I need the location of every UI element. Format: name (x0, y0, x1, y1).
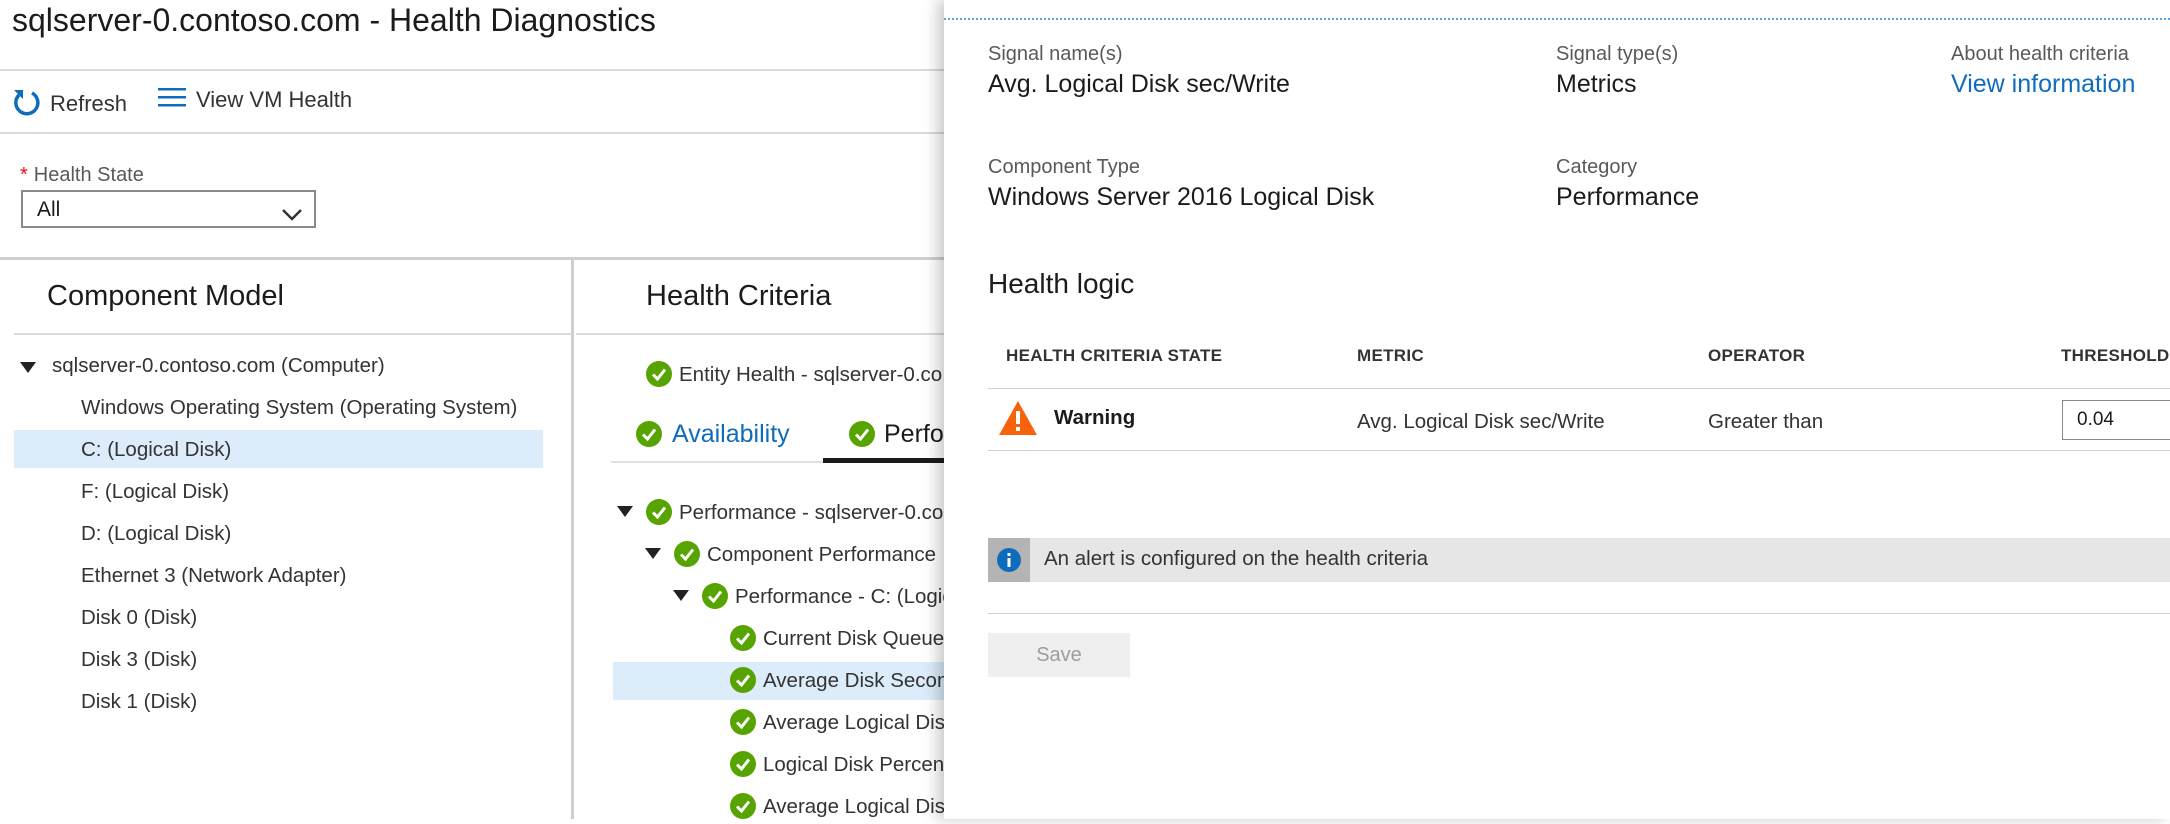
refresh-button[interactable]: Refresh (12, 86, 127, 122)
criteria-current-disk-queue[interactable]: Current Disk Queue (763, 627, 944, 651)
criteria-component-performance[interactable]: Component Performance (707, 543, 944, 567)
signal-type-label: Signal type(s) (1556, 43, 1679, 65)
component-type-label: Component Type (988, 156, 1140, 178)
signal-name-label: Signal name(s) (988, 43, 1123, 65)
health-criteria-detail-pane: Signal name(s) Avg. Logical Disk sec/Wri… (944, 0, 2170, 819)
table-header-divider (988, 388, 2170, 389)
health-criteria-heading: Health Criteria (646, 280, 832, 312)
criteria-logical-disk-percent[interactable]: Logical Disk Percent (763, 753, 944, 777)
category-label: Category (1556, 156, 1638, 178)
refresh-icon (12, 86, 50, 122)
view-vm-health-button[interactable]: View VM Health (158, 86, 352, 114)
info-icon (997, 548, 1021, 572)
list-icon (158, 86, 196, 114)
title-divider (0, 69, 944, 71)
component-model-divider (14, 333, 571, 335)
healthy-check-icon (646, 361, 672, 387)
warning-icon (998, 400, 1038, 441)
state-value: Warning (1054, 406, 1136, 429)
tree-item-operating-system[interactable]: Windows Operating System (Operating Syst… (81, 396, 517, 420)
column-header-operator: OPERATOR (1708, 346, 1806, 365)
panels-top-divider (0, 257, 944, 260)
availability-check-icon (636, 421, 662, 447)
healthy-check-icon (730, 709, 756, 735)
criteria-performance-c[interactable]: Performance - C: (Logic (735, 585, 944, 609)
healthy-check-icon (702, 583, 728, 609)
health-state-label: * Health State (20, 164, 144, 187)
criteria-average-disk-seconds[interactable]: Average Disk Secon (763, 669, 944, 693)
tree-item-computer[interactable]: sqlserver-0.contoso.com (Computer) (52, 354, 385, 378)
view-vm-health-label: View VM Health (196, 87, 353, 112)
collapse-arrow-icon[interactable] (673, 590, 689, 601)
active-tab-underline (823, 458, 944, 463)
healthy-check-icon (674, 541, 700, 567)
criteria-average-logical-disk-1[interactable]: Average Logical Dis (763, 711, 944, 735)
table-row-divider (988, 450, 2170, 451)
tabs-baseline (611, 461, 823, 463)
health-criteria-divider (576, 333, 944, 335)
component-type-value: Windows Server 2016 Logical Disk (988, 183, 1375, 211)
healthy-check-icon (730, 625, 756, 651)
pane-top-border (944, 18, 2170, 20)
healthy-check-icon (646, 499, 672, 525)
column-header-metric: METRIC (1357, 346, 1424, 365)
tree-item-disk-0[interactable]: Disk 0 (Disk) (81, 606, 197, 630)
view-information-link[interactable]: View information (1951, 70, 2135, 99)
entity-health-label[interactable]: Entity Health - sqlserver-0.co (679, 363, 944, 387)
tree-item-logical-disk-f[interactable]: F: (Logical Disk) (81, 480, 229, 504)
tree-item-network-adapter[interactable]: Ethernet 3 (Network Adapter) (81, 564, 347, 588)
tree-item-disk-3[interactable]: Disk 3 (Disk) (81, 648, 197, 672)
save-button[interactable]: Save (988, 633, 1130, 677)
chevron-down-icon (282, 203, 302, 227)
required-marker: * (20, 164, 28, 186)
tree-item-logical-disk-d[interactable]: D: (Logical Disk) (81, 522, 231, 546)
info-icon-container (988, 538, 1030, 582)
about-health-criteria-label: About health criteria (1951, 43, 2129, 65)
criteria-average-logical-disk-2[interactable]: Average Logical Dis (763, 795, 944, 819)
tree-item-disk-1[interactable]: Disk 1 (Disk) (81, 690, 197, 714)
healthy-check-icon (730, 793, 756, 819)
threshold-input[interactable]: 0.04 (2062, 400, 2170, 440)
component-model-heading: Component Model (47, 280, 284, 312)
column-header-state: HEALTH CRITERIA STATE (1006, 346, 1223, 365)
info-message-bar: An alert is configured on the health cri… (988, 538, 2170, 582)
tree-item-logical-disk-c[interactable]: C: (Logical Disk) (81, 438, 231, 462)
health-state-dropdown[interactable]: All (21, 190, 316, 228)
refresh-label: Refresh (50, 91, 128, 116)
healthy-check-icon (730, 667, 756, 693)
page-title: sqlserver-0.contoso.com - Health Diagnos… (12, 2, 656, 38)
healthy-check-icon (730, 751, 756, 777)
collapse-arrow-icon[interactable] (645, 548, 661, 559)
health-state-value: All (37, 198, 61, 221)
tab-availability[interactable]: Availability (672, 420, 790, 449)
tab-performance[interactable]: Perfo (884, 420, 944, 449)
operator-value: Greater than (1708, 410, 1824, 433)
collapse-arrow-icon[interactable] (20, 362, 36, 373)
signal-name-value: Avg. Logical Disk sec/Write (988, 70, 1290, 98)
signal-type-value: Metrics (1556, 70, 1637, 98)
panel-splitter[interactable] (571, 257, 574, 819)
criteria-performance[interactable]: Performance - sqlserver-0.co (679, 501, 944, 525)
info-message-text: An alert is configured on the health cri… (1044, 547, 1429, 570)
threshold-value: 0.04 (2077, 409, 2114, 430)
footer-divider (988, 613, 2170, 614)
health-state-label-text: Health State (33, 164, 144, 186)
column-header-threshold: THRESHOLD (2061, 346, 2170, 365)
collapse-arrow-icon[interactable] (617, 506, 633, 517)
health-logic-heading: Health logic (988, 268, 1135, 299)
performance-check-icon (849, 421, 875, 447)
category-value: Performance (1556, 183, 1700, 211)
toolbar-divider (0, 132, 944, 134)
metric-value: Avg. Logical Disk sec/Write (1357, 410, 1605, 433)
